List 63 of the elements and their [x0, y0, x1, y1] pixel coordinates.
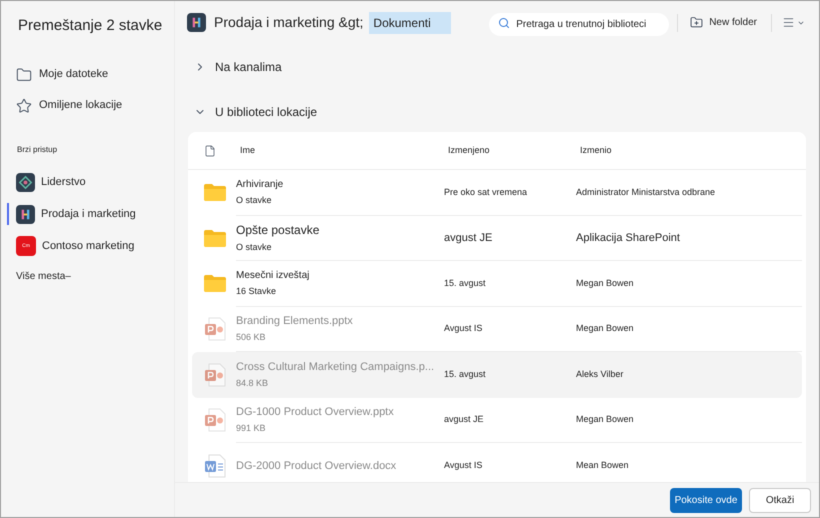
folder-icon	[204, 230, 226, 247]
modified-by: Aplikacija SharePoint	[576, 230, 680, 246]
modified-date: Avgust IS	[444, 459, 484, 472]
modified-date: avgust JE	[444, 413, 485, 426]
folder-icon	[204, 184, 226, 202]
modified-by: Megan Bowen	[576, 322, 634, 335]
breadcrumb-library[interactable]: Dokumenti	[369, 12, 451, 34]
site-logo-icon	[16, 172, 35, 192]
column-header[interactable]: Izmenio	[580, 144, 612, 158]
presentation-file-icon	[204, 362, 226, 387]
modified-date: avgust JE	[444, 230, 494, 246]
modified-by: Megan Bowen	[576, 276, 634, 290]
file-row[interactable]: Arhiviranje O stavke Pre oko sat vremena Administrator Ministarstva odbrane	[192, 170, 802, 216]
breadcrumb-site[interactable]: Prodaja i marketing &gt;	[214, 12, 364, 33]
search-field[interactable]: Pretraga u trenutnoj biblioteci	[489, 13, 670, 36]
modified-date: 15. avgust	[444, 276, 487, 290]
modified-date: Pre oko sat vremena	[444, 186, 528, 198]
search-icon	[498, 17, 510, 29]
modified-by: Mean Bowen	[576, 459, 629, 472]
dialog-title: Premeštanje 2 stavke	[17, 16, 164, 36]
file-name: DG-2000 Product Overview.docx	[236, 458, 398, 474]
file-name: Cross Cultural Marketing Campaigns.p...	[236, 360, 436, 375]
confirm-button[interactable]: Pokosite ovde	[670, 488, 742, 512]
file-name: DG-1000 Product Overview.pptx	[236, 404, 395, 420]
quick-access-item[interactable]: Liderstvo	[7, 171, 174, 193]
column-header[interactable]: Ime	[240, 144, 448, 158]
more-places-link[interactable]: Više mesta–	[16, 269, 71, 284]
section-heading: Brzi pristup	[16, 144, 58, 156]
modified-by: Administrator Ministarstva odbrane	[576, 186, 716, 198]
file-name: Mesečni izveštaj	[236, 269, 310, 283]
file-name: Arhiviranje	[236, 178, 284, 192]
sidebar-item[interactable]: Moje datoteke	[16, 64, 174, 85]
file-detail: O stavke	[236, 194, 273, 207]
folder-icon	[16, 66, 32, 82]
menu-icon	[782, 16, 795, 29]
cancel-button[interactable]: Otkaži	[749, 488, 811, 512]
view-options-button[interactable]	[782, 16, 805, 29]
modified-date: Avgust IS	[444, 322, 484, 335]
file-name: Branding Elements.pptx	[236, 314, 354, 329]
file-detail: 84.8 KB	[236, 377, 270, 390]
folder-icon	[204, 275, 226, 292]
new-folder-icon	[690, 16, 704, 29]
file-type-icon	[204, 144, 216, 156]
modified-date: 15. avgust	[444, 368, 487, 381]
section-toggle[interactable]: U biblioteci lokacije	[175, 89, 318, 134]
modified-by: Megan Bowen	[576, 413, 634, 426]
new-folder-button[interactable]: New folder	[686, 12, 761, 34]
sidebar-item[interactable]: Omiljene lokacije	[16, 95, 174, 116]
section-toggle[interactable]: Na kanalima	[175, 44, 282, 89]
file-row[interactable]: Opšte postavke O stavke avgust JE Aplikacija SharePoint	[192, 216, 802, 261]
modified-by: Aleks Vilber	[576, 368, 624, 381]
quick-access-item[interactable]: Prodaja i marketing	[7, 203, 174, 225]
column-header[interactable]: Izmenjeno	[448, 144, 580, 158]
file-row[interactable]: Mesečni izveštaj 16 Stavke 15. avgust Megan Bowen	[192, 261, 802, 306]
star-icon	[16, 98, 32, 114]
presentation-file-icon	[204, 408, 226, 432]
file-name: Opšte postavke	[236, 222, 320, 239]
file-detail: O stavke	[236, 241, 273, 254]
file-detail: 16 Stavke	[236, 285, 278, 298]
presentation-file-icon	[204, 317, 226, 342]
file-detail: 506 KB	[236, 331, 267, 344]
document-file-icon	[204, 454, 226, 478]
file-detail: 991 KB	[236, 422, 267, 436]
